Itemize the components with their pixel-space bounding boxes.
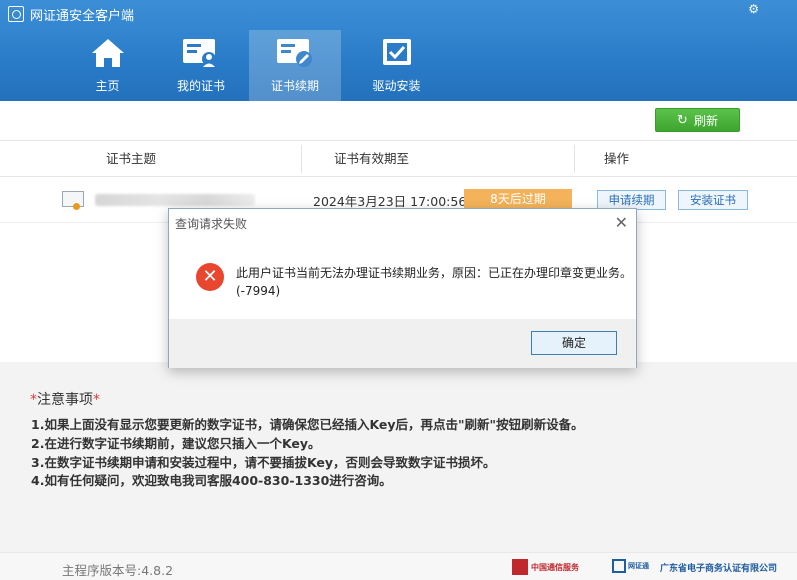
- app-title-text: 网证通安全客户端: [30, 8, 135, 24]
- certificate-table-header: 证书主题 证书有效期至 操作: [0, 140, 797, 177]
- redacted-subject: [95, 194, 255, 206]
- certificate-renew-icon: [275, 36, 315, 70]
- refresh-button[interactable]: ↻ 刷新: [655, 108, 740, 132]
- certificate-icon: [62, 191, 84, 210]
- dialog-title: 查询请求失败: [175, 217, 248, 231]
- certificate-card-icon: [181, 36, 221, 70]
- app-logo-icon: [8, 6, 24, 22]
- dialog-button-bar: 确定: [169, 319, 636, 368]
- nav-item-label: 我的证书: [176, 79, 225, 93]
- dialog-message: 此用户证书当前无法办理证书续期业务，原因：已正在办理印章变更业务。 (-7994…: [236, 264, 632, 300]
- column-divider: [574, 145, 575, 173]
- note-item: 4.如有任何疑问，欢迎致电我司客服400-830-1330进行咨询。: [31, 473, 392, 488]
- nav-item-label: 驱动安装: [372, 79, 421, 93]
- driver-checkbox-icon: [377, 36, 417, 70]
- note-item: 1.如果上面没有显示您要更新的数字证书，请确保您已经插入Key后，再点击"刷新"…: [31, 417, 584, 432]
- nav-item-certificate-renewal[interactable]: 证书续期: [249, 30, 341, 101]
- settings-gear-icon[interactable]: ⚙: [748, 2, 759, 16]
- nav-item-my-certificates[interactable]: 我的证书: [153, 30, 249, 101]
- apply-renewal-button[interactable]: 申请续期: [597, 190, 666, 210]
- china-comservice-logo: 中国通信服务: [512, 559, 579, 575]
- column-header-expiry: 证书有效期至: [334, 151, 410, 166]
- app-header: 网证通安全客户端 ⚙ 主页 我的证书 证书续期 驱动安装: [0, 0, 797, 101]
- column-header-subject: 证书主题: [106, 151, 157, 166]
- install-certificate-button[interactable]: 安装证书: [678, 190, 748, 210]
- notes-title: *注意事项*: [30, 392, 100, 408]
- note-item: 3.在数字证书续期申请和安装过程中，请不要插拔Key，否则会导致数字证书损坏。: [31, 455, 496, 470]
- error-icon: ✕: [196, 263, 224, 291]
- china-comservice-logo-icon: [512, 559, 528, 575]
- app-title: 网证通安全客户端: [8, 5, 135, 24]
- netca-logo-icon: [612, 559, 626, 573]
- expiry-status-badge: 8天后过期: [464, 189, 572, 209]
- version-label: 主程序版本号:4.8.2: [62, 563, 174, 578]
- nav-item-driver-install[interactable]: 驱动安装: [341, 30, 452, 101]
- netca-logo: 网证通: [612, 559, 649, 573]
- refresh-label: 刷新: [693, 113, 718, 128]
- nav-item-home[interactable]: 主页: [62, 30, 153, 101]
- dialog-error-code: (-7994): [236, 284, 281, 298]
- note-item: 2.在进行数字证书续期前，建议您只插入一个Key。: [31, 436, 321, 451]
- home-icon: [88, 36, 128, 70]
- close-icon[interactable]: ✕: [615, 213, 628, 232]
- column-divider: [301, 145, 302, 173]
- error-dialog: 查询请求失败 ✕ ✕ 此用户证书当前无法办理证书续期业务，原因：已正在办理印章变…: [168, 208, 637, 368]
- main-nav: 主页 我的证书 证书续期 驱动安装: [62, 30, 452, 101]
- gd-ecommerce-ca-logo: 广东省电子商务认证有限公司: [660, 564, 778, 574]
- column-header-actions: 操作: [604, 151, 630, 166]
- refresh-icon: ↻: [677, 112, 688, 128]
- ok-button[interactable]: 确定: [531, 331, 617, 355]
- footer: 主程序版本号:4.8.2 中国通信服务 网证通 广东省电子商务认证有限公司: [0, 552, 797, 580]
- nav-item-label: 主页: [95, 79, 120, 93]
- nav-item-label: 证书续期: [270, 79, 319, 93]
- dialog-message-line: 此用户证书当前无法办理证书续期业务，原因：已正在办理印章变更业务。: [236, 266, 633, 280]
